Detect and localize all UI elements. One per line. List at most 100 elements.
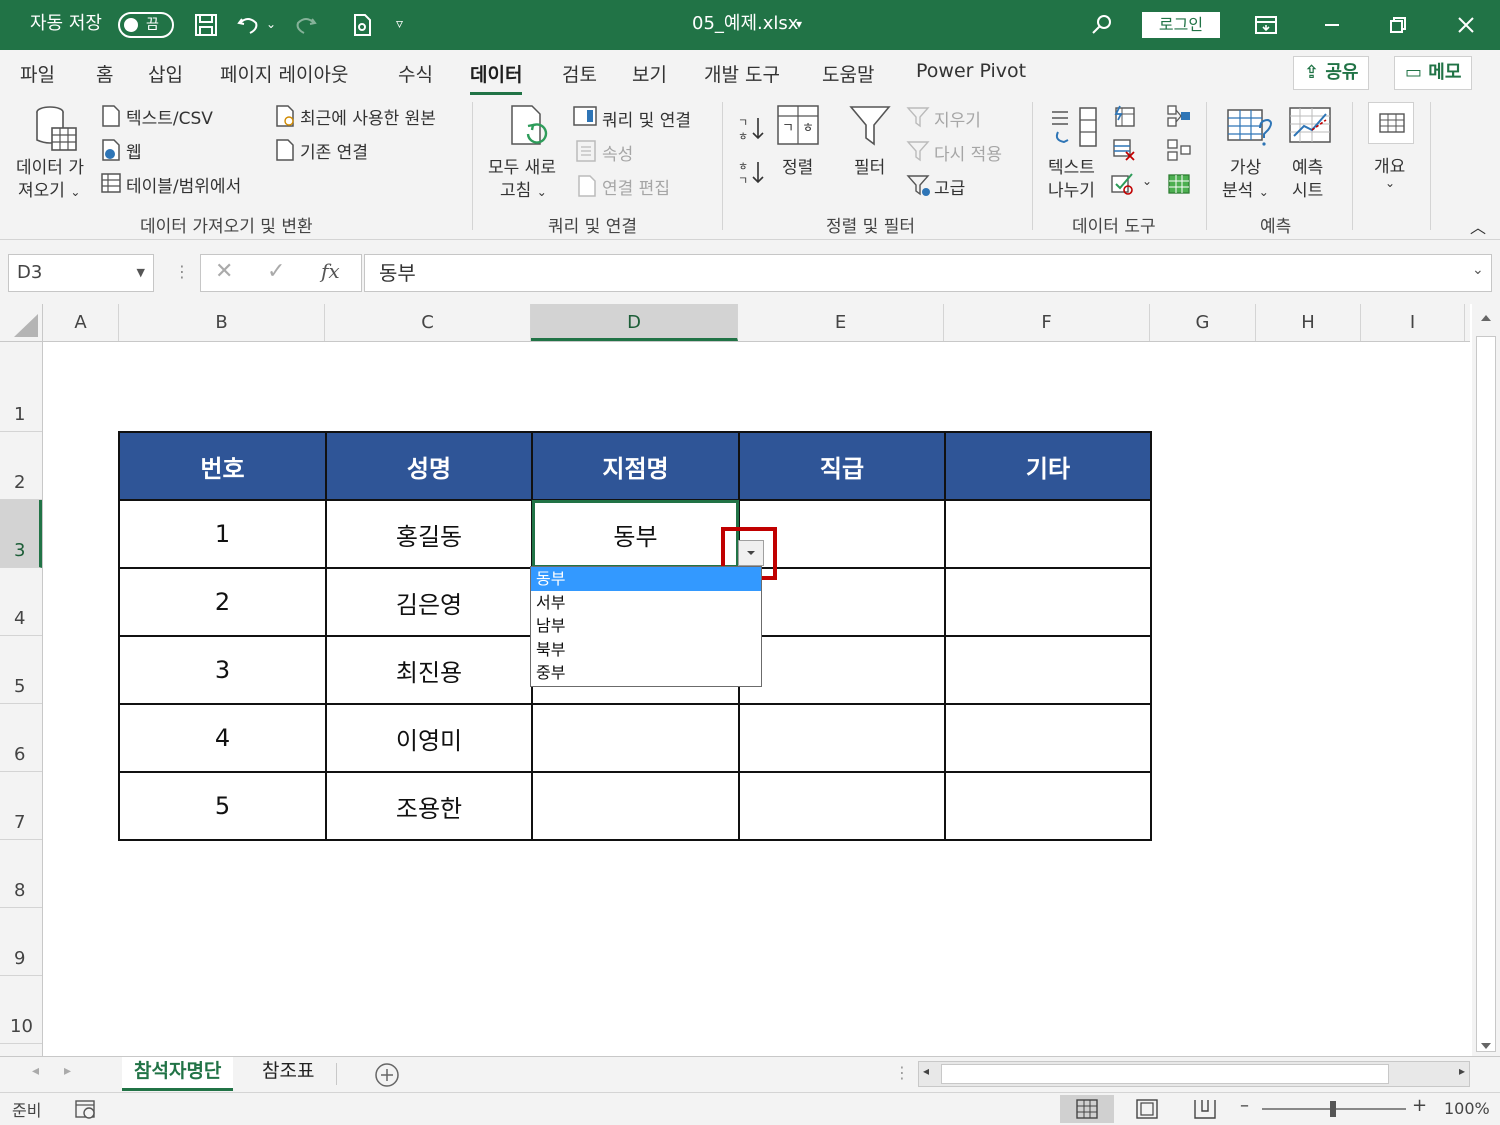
header-position[interactable]: 직급 bbox=[738, 431, 946, 501]
row-header-4[interactable]: 4 bbox=[0, 568, 42, 636]
table-cell[interactable]: 홍길동 bbox=[325, 499, 533, 569]
name-box-dropdown-icon[interactable]: ▼ bbox=[137, 255, 145, 291]
refresh-all-dropdown[interactable]: 고침 ⌄ bbox=[500, 176, 547, 201]
next-sheet-icon[interactable]: ▸ bbox=[64, 1063, 71, 1079]
memo-button[interactable]: ▭ 메모 bbox=[1394, 56, 1473, 90]
print-preview-icon[interactable] bbox=[348, 11, 376, 39]
tab-developer[interactable]: 개발 도구 bbox=[704, 60, 780, 87]
properties-button[interactable]: 속성 bbox=[602, 140, 633, 165]
filename-dropdown-icon[interactable]: ▾ bbox=[796, 0, 802, 50]
scroll-left-icon[interactable]: ◂ bbox=[923, 1064, 929, 1078]
undo-dropdown-icon[interactable]: ⌄ bbox=[266, 0, 276, 50]
tab-formulas[interactable]: 수식 bbox=[398, 60, 433, 87]
row-header-7[interactable]: 7 bbox=[0, 772, 42, 840]
column-header-i[interactable]: I bbox=[1361, 304, 1465, 341]
queries-connections-button[interactable]: 쿼리 및 연결 bbox=[602, 106, 691, 131]
table-cell[interactable] bbox=[531, 703, 740, 773]
prev-sheet-icon[interactable]: ◂ bbox=[32, 1063, 39, 1079]
ribbon-display-icon[interactable] bbox=[1252, 11, 1280, 39]
accessibility-icon[interactable] bbox=[74, 1099, 98, 1121]
formula-input[interactable]: 동부 bbox=[364, 254, 1492, 292]
table-cell[interactable] bbox=[944, 703, 1152, 773]
from-table-button[interactable]: 테이블/범위에서 bbox=[126, 172, 241, 197]
get-data-button[interactable]: 데이터 가 bbox=[16, 153, 84, 178]
table-cell[interactable] bbox=[738, 703, 946, 773]
page-break-view-button[interactable] bbox=[1178, 1095, 1232, 1123]
header-etc[interactable]: 기타 bbox=[944, 431, 1152, 501]
web-button[interactable]: 웹 bbox=[126, 138, 142, 163]
restore-icon[interactable] bbox=[1384, 11, 1412, 39]
tab-home[interactable]: 홈 bbox=[96, 60, 113, 87]
table-cell[interactable] bbox=[944, 499, 1152, 569]
zoom-level[interactable]: 100% bbox=[1444, 1099, 1490, 1118]
row-header-5[interactable]: 5 bbox=[0, 636, 42, 704]
dropdown-option-west[interactable]: 서부 bbox=[531, 591, 761, 615]
column-header-d[interactable]: D bbox=[531, 304, 738, 341]
search-icon[interactable] bbox=[1088, 11, 1116, 39]
tab-review[interactable]: 검토 bbox=[562, 60, 597, 87]
horizontal-scrollbar[interactable]: ◂ ▸ bbox=[918, 1061, 1470, 1087]
advanced-button[interactable]: 고급 bbox=[934, 174, 965, 199]
table-cell[interactable] bbox=[738, 635, 946, 705]
name-box[interactable]: D3 ▼ bbox=[8, 254, 154, 292]
recent-sources-button[interactable]: 최근에 사용한 원본 bbox=[300, 104, 436, 129]
expand-formula-icon[interactable]: ⌄ bbox=[1472, 262, 1484, 278]
dropdown-option-central[interactable]: 중부 bbox=[531, 661, 761, 685]
get-data-dropdown[interactable]: 져오기 ⌄ bbox=[18, 176, 80, 201]
minimize-icon[interactable] bbox=[1318, 11, 1346, 39]
column-header-e[interactable]: E bbox=[738, 304, 944, 341]
sort-button[interactable]: 정렬 bbox=[782, 153, 813, 178]
table-cell[interactable]: 최진용 bbox=[325, 635, 533, 705]
row-header-3[interactable]: 3 bbox=[0, 500, 42, 568]
zoom-out-icon[interactable]: – bbox=[1240, 1095, 1249, 1116]
autosave-toggle[interactable]: 끔 bbox=[118, 12, 174, 38]
what-if-dropdown[interactable]: 분석 ⌄ bbox=[1222, 176, 1269, 201]
filter-button[interactable]: 필터 bbox=[854, 153, 885, 178]
insert-function-icon[interactable]: fx bbox=[321, 259, 340, 283]
header-branch[interactable]: 지점명 bbox=[531, 431, 740, 501]
scroll-down-icon[interactable] bbox=[1478, 1040, 1494, 1052]
dropdown-option-east[interactable]: 동부 bbox=[531, 567, 761, 591]
tab-split-grip-icon[interactable]: ⋮ bbox=[894, 1063, 910, 1082]
row-header-8[interactable]: 8 bbox=[0, 840, 42, 908]
undo-icon[interactable] bbox=[234, 11, 262, 39]
file-name[interactable]: 05_예제.xlsx bbox=[692, 0, 798, 50]
what-if-button[interactable]: 가상 bbox=[1230, 153, 1261, 178]
zoom-in-icon[interactable]: + bbox=[1412, 1095, 1427, 1116]
data-validation-dropdown-icon[interactable]: ⌄ bbox=[1142, 174, 1152, 188]
collapse-ribbon-icon[interactable]: ︿ bbox=[1470, 214, 1486, 238]
tab-help[interactable]: 도움말 bbox=[822, 60, 874, 87]
add-sheet-icon[interactable] bbox=[374, 1062, 400, 1088]
vertical-scrollbar[interactable] bbox=[1472, 304, 1500, 1056]
table-cell[interactable]: 조용한 bbox=[325, 771, 533, 841]
text-csv-button[interactable]: 텍스트/CSV bbox=[126, 104, 213, 129]
vertical-scroll-thumb[interactable] bbox=[1476, 336, 1496, 1052]
dropdown-option-north[interactable]: 북부 bbox=[531, 638, 761, 662]
row-header-6[interactable]: 6 bbox=[0, 704, 42, 772]
customize-toolbar-icon[interactable]: ▿ bbox=[396, 0, 403, 50]
table-cell[interactable]: 1 bbox=[118, 499, 327, 569]
active-cell[interactable]: 동부 bbox=[531, 499, 740, 569]
table-cell[interactable]: 3 bbox=[118, 635, 327, 705]
refresh-all-button[interactable]: 모두 새로 bbox=[488, 153, 556, 178]
row-header-10[interactable]: 10 bbox=[0, 976, 42, 1044]
enter-icon[interactable]: ✓ bbox=[267, 259, 285, 284]
tab-insert[interactable]: 삽입 bbox=[148, 60, 183, 87]
table-cell[interactable]: 김은영 bbox=[325, 567, 533, 637]
column-header-g[interactable]: G bbox=[1150, 304, 1256, 341]
table-cell[interactable]: 5 bbox=[118, 771, 327, 841]
column-header-a[interactable]: A bbox=[43, 304, 119, 341]
tab-data[interactable]: 데이터 bbox=[470, 60, 523, 95]
outline-button[interactable]: 개요 bbox=[1374, 152, 1405, 177]
reapply-button[interactable]: 다시 적용 bbox=[934, 140, 1002, 165]
outline-dropdown-icon[interactable]: ⌄ bbox=[1385, 176, 1395, 190]
table-cell[interactable]: 이영미 bbox=[325, 703, 533, 773]
row-header-1[interactable]: 1 bbox=[0, 342, 42, 432]
clear-button[interactable]: 지우기 bbox=[934, 106, 981, 131]
column-header-h[interactable]: H bbox=[1256, 304, 1361, 341]
header-number[interactable]: 번호 bbox=[118, 431, 327, 501]
login-button[interactable]: 로그인 bbox=[1142, 12, 1220, 38]
zoom-slider-thumb[interactable] bbox=[1330, 1101, 1336, 1117]
page-layout-view-button[interactable] bbox=[1120, 1095, 1174, 1123]
edit-links-button[interactable]: 연결 편집 bbox=[602, 174, 670, 199]
